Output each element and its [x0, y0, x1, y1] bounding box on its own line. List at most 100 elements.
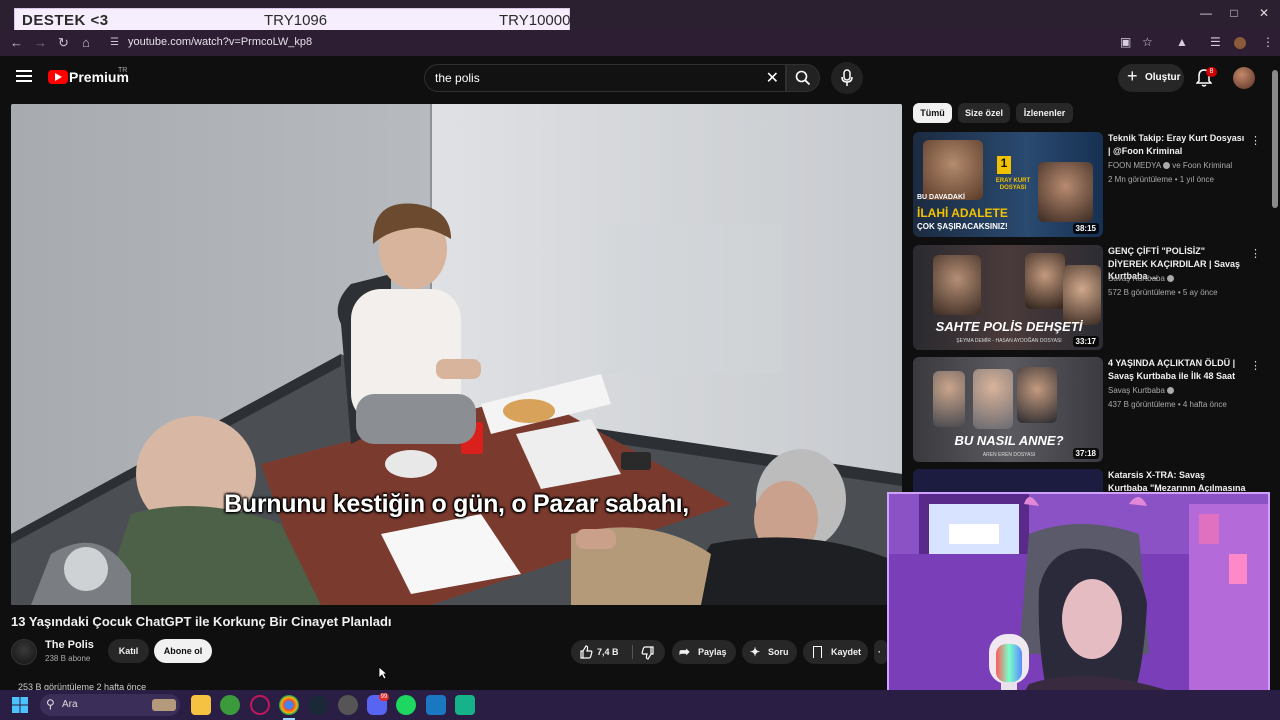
- rec-channel[interactable]: Savaş Kurtbaba: [1108, 274, 1176, 283]
- search-input[interactable]: the polis: [435, 71, 480, 85]
- plus-icon: +: [1127, 66, 1138, 86]
- chip-all[interactable]: Tümü: [913, 103, 952, 123]
- save-button[interactable]: Kaydet: [803, 640, 868, 664]
- scrollbar-thumb[interactable]: [1272, 70, 1278, 208]
- share-button[interactable]: ➦ Paylaş: [672, 640, 736, 664]
- thumb-portrait: [1017, 367, 1057, 423]
- obs-icon[interactable]: [338, 695, 358, 715]
- video-player[interactable]: Burnunu kestiğin o gün, o Pazar sabahı,: [11, 104, 902, 605]
- thumb-text: BU NASIL ANNE?: [954, 433, 1064, 448]
- bookmark-star-icon[interactable]: ☆: [1142, 35, 1153, 49]
- opera-icon[interactable]: [250, 695, 270, 715]
- rec-channel-name: Savaş Kurtbaba: [1108, 386, 1165, 395]
- chip-watched[interactable]: İzlenenler: [1016, 103, 1073, 123]
- rec-channel-second: ve Foon Kriminal: [1172, 161, 1233, 170]
- extensions-icon[interactable]: ▲: [1176, 35, 1188, 49]
- hamburger-menu-icon[interactable]: [16, 70, 32, 82]
- video-subtitle: Burnunu kestiğin o gün, o Pazar sabahı,: [224, 490, 689, 518]
- search-icon: ⚲: [46, 697, 55, 711]
- search-box[interactable]: the polis ✕: [424, 64, 786, 92]
- rec-thumbnail[interactable]: SAHTE POLİS DEHŞETİ ŞEYMA DEMİR - HASAN …: [913, 245, 1103, 350]
- like-dislike-group: 7,4 B: [571, 640, 665, 664]
- search-icon: [795, 70, 811, 86]
- banner-mid-text: TRY1096: [264, 11, 328, 29]
- rec-channel-name: FOON MEDYA: [1108, 161, 1162, 170]
- share-label: Paylaş: [698, 647, 727, 657]
- thumbs-down-icon[interactable]: [641, 646, 655, 660]
- voice-search-button[interactable]: [831, 62, 863, 94]
- like-button[interactable]: 7,4 B: [571, 640, 631, 664]
- thumb-text: ÇOK ŞAŞIRACAKSINIZ!: [917, 222, 1008, 231]
- steam-icon[interactable]: [308, 695, 328, 715]
- rec-channel[interactable]: FOON MEDYA ve Foon Kriminal: [1108, 161, 1232, 170]
- video-frame: [11, 104, 902, 605]
- thumb-portrait: [1038, 162, 1093, 222]
- bookmark-icon: [813, 646, 822, 658]
- maximize-icon[interactable]: □: [1224, 6, 1244, 20]
- xbox-icon[interactable]: [220, 695, 240, 715]
- more-options-icon[interactable]: ⋮: [1250, 249, 1261, 260]
- ask-button[interactable]: ✦ Soru: [742, 640, 797, 664]
- channel-avatar[interactable]: [11, 639, 37, 665]
- spotify-icon[interactable]: [396, 695, 416, 715]
- rec-thumbnail[interactable]: BU NASIL ANNE? AREN EREN DOSYASI 37:18: [913, 357, 1103, 462]
- thumbs-up-icon: [580, 645, 593, 659]
- duration-badge: 38:15: [1072, 223, 1099, 234]
- forward-icon[interactable]: →: [34, 35, 47, 50]
- install-app-icon[interactable]: ▣: [1120, 35, 1131, 49]
- youtube-header: Premium TR the polis ✕ + Oluştur 8: [0, 56, 1280, 100]
- notification-count-badge: 8: [1206, 67, 1217, 77]
- thumb-badge: ERAY KURT DOSYASI: [995, 178, 1031, 191]
- search-highlight-icon: [152, 699, 176, 711]
- chrome-icon[interactable]: [279, 695, 299, 715]
- subscribe-button[interactable]: Abone ol: [154, 639, 212, 663]
- file-explorer-icon[interactable]: [191, 695, 211, 715]
- reload-icon[interactable]: ↻: [58, 35, 69, 51]
- media-control-icon[interactable]: ☰: [1210, 35, 1221, 49]
- channel-name[interactable]: The Polis: [45, 639, 94, 651]
- app-icon[interactable]: [455, 695, 475, 715]
- taskbar-search-label: Ara: [62, 699, 78, 710]
- banner-left-text: DESTEK <3: [22, 11, 109, 29]
- thumb-number: 1: [997, 156, 1011, 174]
- more-actions-button[interactable]: ·: [874, 640, 888, 664]
- minimize-icon[interactable]: —: [1196, 6, 1216, 20]
- microphone-icon: [841, 69, 853, 86]
- site-info-icon[interactable]: ☰: [110, 37, 119, 48]
- home-icon[interactable]: ⌂: [82, 35, 90, 50]
- create-button[interactable]: + Oluştur: [1118, 64, 1184, 92]
- browser-menu-icon[interactable]: ⋮: [1262, 35, 1274, 49]
- close-window-icon[interactable]: ✕: [1254, 6, 1274, 20]
- back-icon[interactable]: ←: [10, 35, 23, 50]
- thumb-text: İLAHİ ADALETE: [917, 206, 1008, 220]
- discord-badge: 99: [379, 693, 389, 701]
- url-field[interactable]: youtube.com/watch?v=PrmcoLW_kp8: [128, 36, 312, 48]
- search-button[interactable]: [786, 64, 820, 92]
- more-options-icon[interactable]: ⋮: [1250, 361, 1261, 372]
- thumb-text: SAHTE POLİS DEHŞETİ: [935, 319, 1083, 334]
- more-options-icon[interactable]: ⋮: [1250, 136, 1261, 147]
- windows-start-icon[interactable]: [12, 697, 28, 713]
- youtube-logo-icon[interactable]: [48, 70, 68, 84]
- address-bar: ← → ↻ ⌂ ☰ youtube.com/watch?v=PrmcoLW_kp…: [0, 30, 1280, 56]
- join-button[interactable]: Katıl: [108, 639, 149, 663]
- account-avatar[interactable]: [1233, 67, 1255, 89]
- rec-title[interactable]: Teknik Takip: Eray Kurt Dosyası | @Foon …: [1108, 132, 1246, 157]
- rec-title[interactable]: 4 YAŞINDA AÇLIKTAN ÖLDÜ | Savaş Kurtbaba…: [1108, 357, 1246, 382]
- rec-channel[interactable]: Savaş Kurtbaba: [1108, 386, 1176, 395]
- clear-search-icon[interactable]: ✕: [766, 68, 779, 88]
- mouse-cursor-icon: [378, 666, 388, 680]
- app-store-icon[interactable]: [426, 695, 446, 715]
- rec-thumbnail[interactable]: 1 ERAY KURT DOSYASI BU DAVADAKİ İLAHİ AD…: [913, 132, 1103, 237]
- taskbar-search[interactable]: ⚲ Ara: [40, 694, 180, 716]
- rec-meta: 2 Mn görüntüleme • 1 yıl önce: [1108, 175, 1214, 184]
- verified-icon: [1166, 275, 1174, 282]
- rec-thumbnail[interactable]: [913, 469, 1103, 492]
- chip-for-you[interactable]: Size özel: [958, 103, 1010, 123]
- streamer-webcam: [887, 492, 1270, 715]
- more-dots-icon: ·: [878, 647, 881, 657]
- save-label: Kaydet: [831, 647, 862, 657]
- rec-meta: 437 B görüntüleme • 4 hafta önce: [1108, 400, 1227, 409]
- sparkle-icon: ✦: [750, 645, 761, 659]
- profile-icon[interactable]: [1234, 37, 1246, 49]
